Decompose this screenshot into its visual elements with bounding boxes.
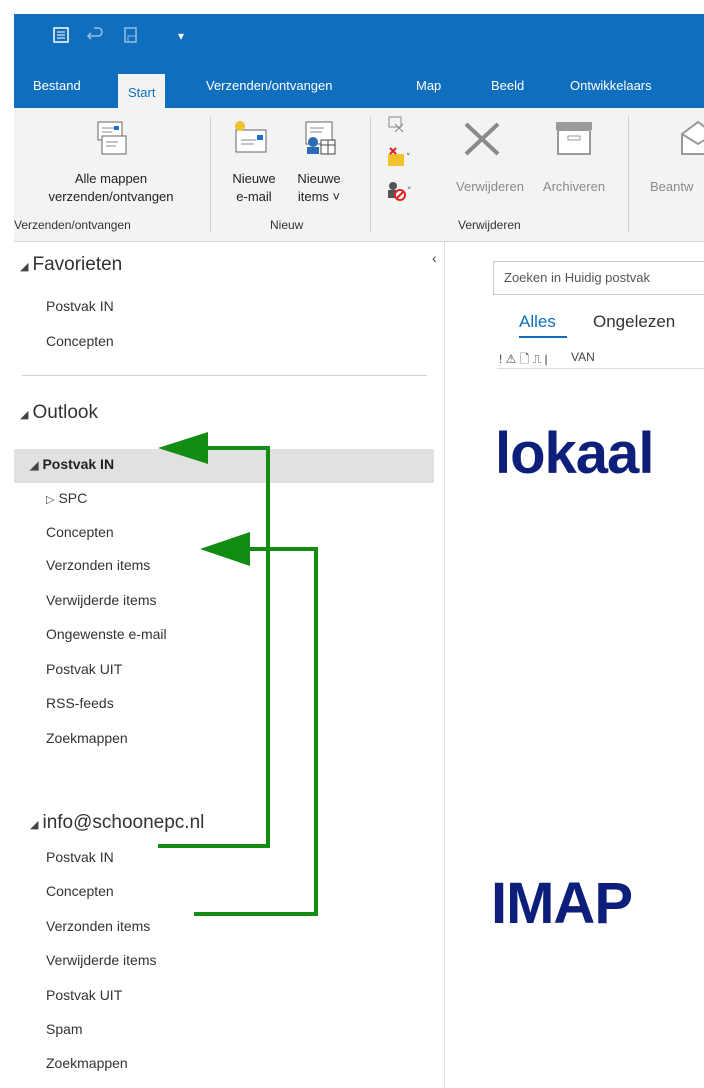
arrow-inbox [158,432,270,848]
arrow-sent-items [194,532,318,916]
annotation-arrows [158,432,318,916]
outlook-window: ▾ Bestand Start Verzenden/ontvangen Map … [14,14,704,1088]
